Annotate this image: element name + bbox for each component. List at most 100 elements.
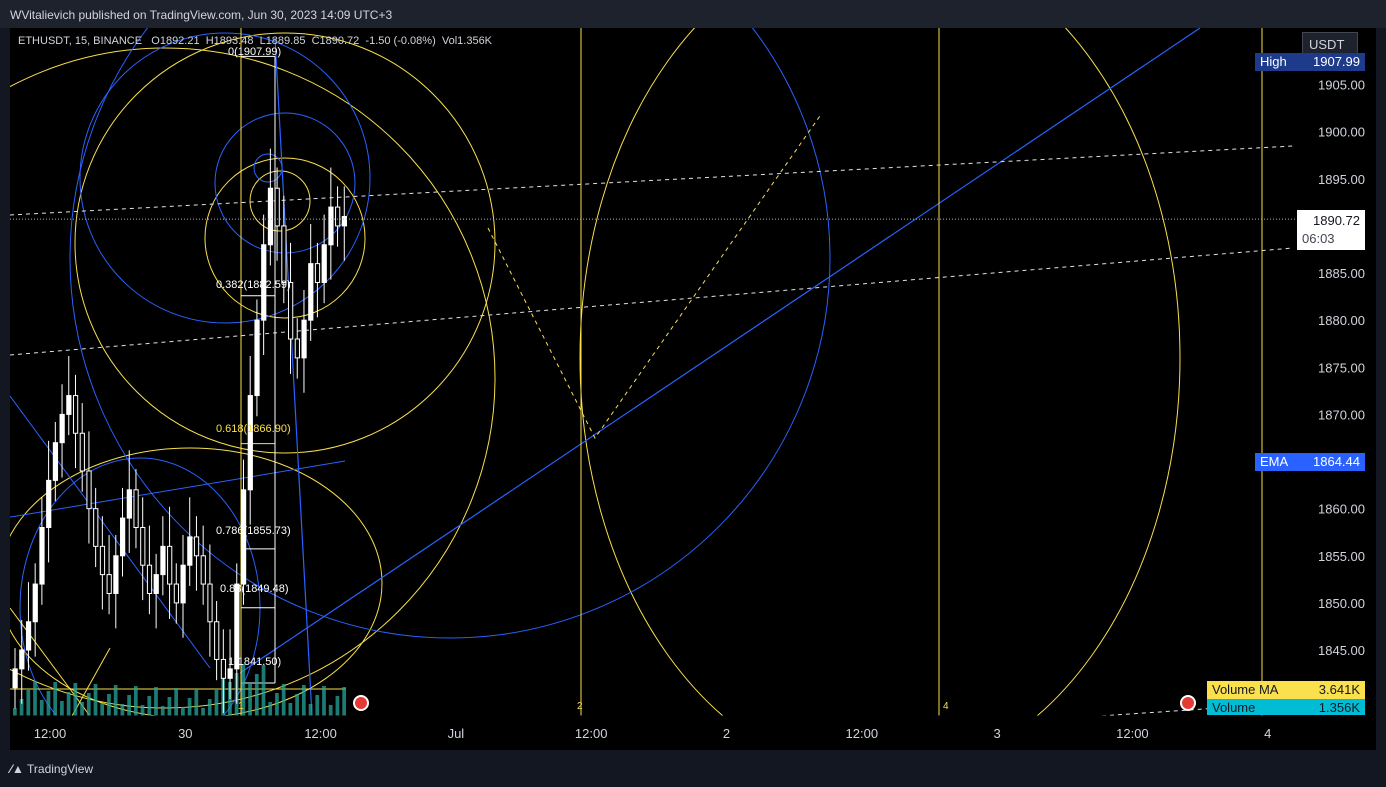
candle-body: [281, 225, 287, 283]
candle-body: [301, 319, 307, 359]
candle-body: [160, 545, 166, 576]
volume-bar: [33, 681, 37, 716]
volume-bar: [187, 698, 192, 716]
spiral-arc-tiny[interactable]: [253, 153, 283, 183]
fib-texts: 0(1907.99) 0.382(1882.59) 0.618(1866.90)…: [216, 46, 291, 668]
volume-ma-tag-label: Volume MA: [1207, 681, 1297, 699]
volume-bar: [39, 700, 44, 716]
projection-path[interactable]: [487, 112, 823, 439]
candle-body: [106, 574, 112, 594]
candle-body: [146, 564, 153, 594]
time-tick-label: 12:00: [34, 726, 67, 741]
time-tick-label: 2: [723, 726, 730, 741]
candle-body: [32, 583, 38, 623]
channel-lower[interactable]: [10, 247, 1294, 356]
last-price-value: 1890.72: [1313, 213, 1360, 228]
fib-vertical-blue[interactable]: [274, 37, 313, 716]
fan-line-b[interactable]: [71, 647, 111, 716]
legend-vol-label: Vol: [441, 35, 458, 47]
last-price-timer: 06:03: [1302, 231, 1335, 246]
candle-body: [227, 668, 233, 679]
us-economic-event-icon-2[interactable]: [1180, 695, 1196, 711]
volume-bar: [214, 690, 219, 716]
candle-body: [153, 574, 159, 594]
legend-change: -1.50 (-0.08%): [365, 35, 436, 47]
candle-body: [207, 583, 213, 623]
candle-body: [321, 244, 327, 283]
candle-body: [173, 583, 179, 604]
time-tick-label: Jul: [448, 726, 465, 741]
volume-tag-label: Volume: [1207, 699, 1297, 715]
channel-upper[interactable]: [10, 145, 1294, 216]
volume-bar: [154, 687, 158, 716]
volume-bar: [107, 694, 111, 716]
legend-high-label: H: [205, 35, 214, 47]
volume-bar: [80, 702, 84, 716]
tradingview-logo-icon: ⁄▲: [10, 762, 24, 776]
drawing-layer: [10, 28, 1294, 750]
candle-body: [341, 215, 347, 227]
candle-body: [214, 621, 220, 660]
fib-label-0618: 0.618(1866.90): [216, 423, 291, 435]
candle-body: [79, 432, 85, 472]
volume-bar: [100, 703, 105, 716]
candle-body: [93, 508, 99, 547]
fib-ellipse-right[interactable]: [579, 28, 1181, 750]
candle-body: [200, 555, 206, 585]
fib-circle-outer[interactable]: [10, 47, 496, 709]
candle-body: [59, 413, 65, 444]
ema-tag-label: EMA: [1255, 453, 1297, 471]
time-tick-label: 12:00: [575, 726, 608, 741]
candle-body: [25, 621, 32, 651]
price-chart[interactable]: 0(1907.99) 0.382(1882.59) 0.618(1866.90)…: [10, 28, 1376, 750]
footer: ⁄▲ TradingView: [0, 752, 1386, 787]
volume-bar: [335, 696, 340, 716]
candle-body: [120, 517, 126, 557]
legend-close: 1890.72: [319, 35, 360, 47]
volume-bar: [301, 685, 306, 716]
candle-body: [220, 658, 227, 679]
candle-body: [335, 206, 341, 227]
spiral-arc-large[interactable]: [69, 28, 831, 639]
legend-open: 1892.21: [159, 35, 200, 47]
candle-body: [254, 319, 260, 397]
volume-bar: [248, 683, 252, 716]
legend-open-label: O: [151, 35, 160, 47]
volume-bar: [133, 686, 138, 716]
trendline-long[interactable]: [239, 28, 1201, 674]
volume-bar: [295, 694, 299, 716]
volume-bar: [174, 688, 178, 716]
candle-body: [86, 470, 92, 510]
volume-bar: [201, 708, 205, 716]
candle-body: [167, 545, 173, 585]
candle-body: [308, 263, 314, 321]
volume-bar: [86, 693, 91, 716]
candle-body: [294, 338, 300, 359]
tradingview-logo: ⁄▲ TradingView: [10, 762, 93, 776]
fib-circle-tiny[interactable]: [249, 170, 311, 232]
candle-body: [314, 263, 321, 283]
fib-label-0786: 0.786(1855.73): [216, 525, 291, 537]
candle-body: [133, 489, 139, 529]
price-axis[interactable]: 1905.00 1900.00 1895.00 1885.00 1880.00 1875.…: [1318, 78, 1365, 658]
high-tag-value: 1907.99: [1297, 53, 1365, 71]
volume-bar: [53, 682, 58, 716]
volume-bar: [268, 702, 273, 716]
price-tick-label: 1855.00: [1318, 549, 1365, 564]
legend-vol: 1.356K: [457, 35, 493, 47]
volume-bar: [254, 674, 259, 716]
candle-body: [274, 187, 280, 227]
candle-body: [46, 479, 52, 529]
legend-symbol: ETHUSDT, 15, BINANCE: [18, 35, 143, 47]
volume-bar: [60, 701, 64, 716]
trendline-short[interactable]: [10, 460, 346, 518]
publish-header: WVitalievich published on TradingView.co…: [0, 0, 1386, 28]
tradingview-brand: TradingView: [27, 762, 94, 776]
time-axis[interactable]: 12:00 30 12:00 Jul 12:00 2 12:00 3 12:00 4: [34, 726, 1272, 741]
volume-bar: [275, 693, 279, 716]
us-economic-event-icon[interactable]: [353, 695, 369, 711]
volume-bar: [308, 704, 313, 716]
volume-bar: [147, 696, 152, 716]
candle-body: [113, 555, 119, 594]
volume-tag-clip: Volume 1.356K: [1207, 699, 1365, 715]
